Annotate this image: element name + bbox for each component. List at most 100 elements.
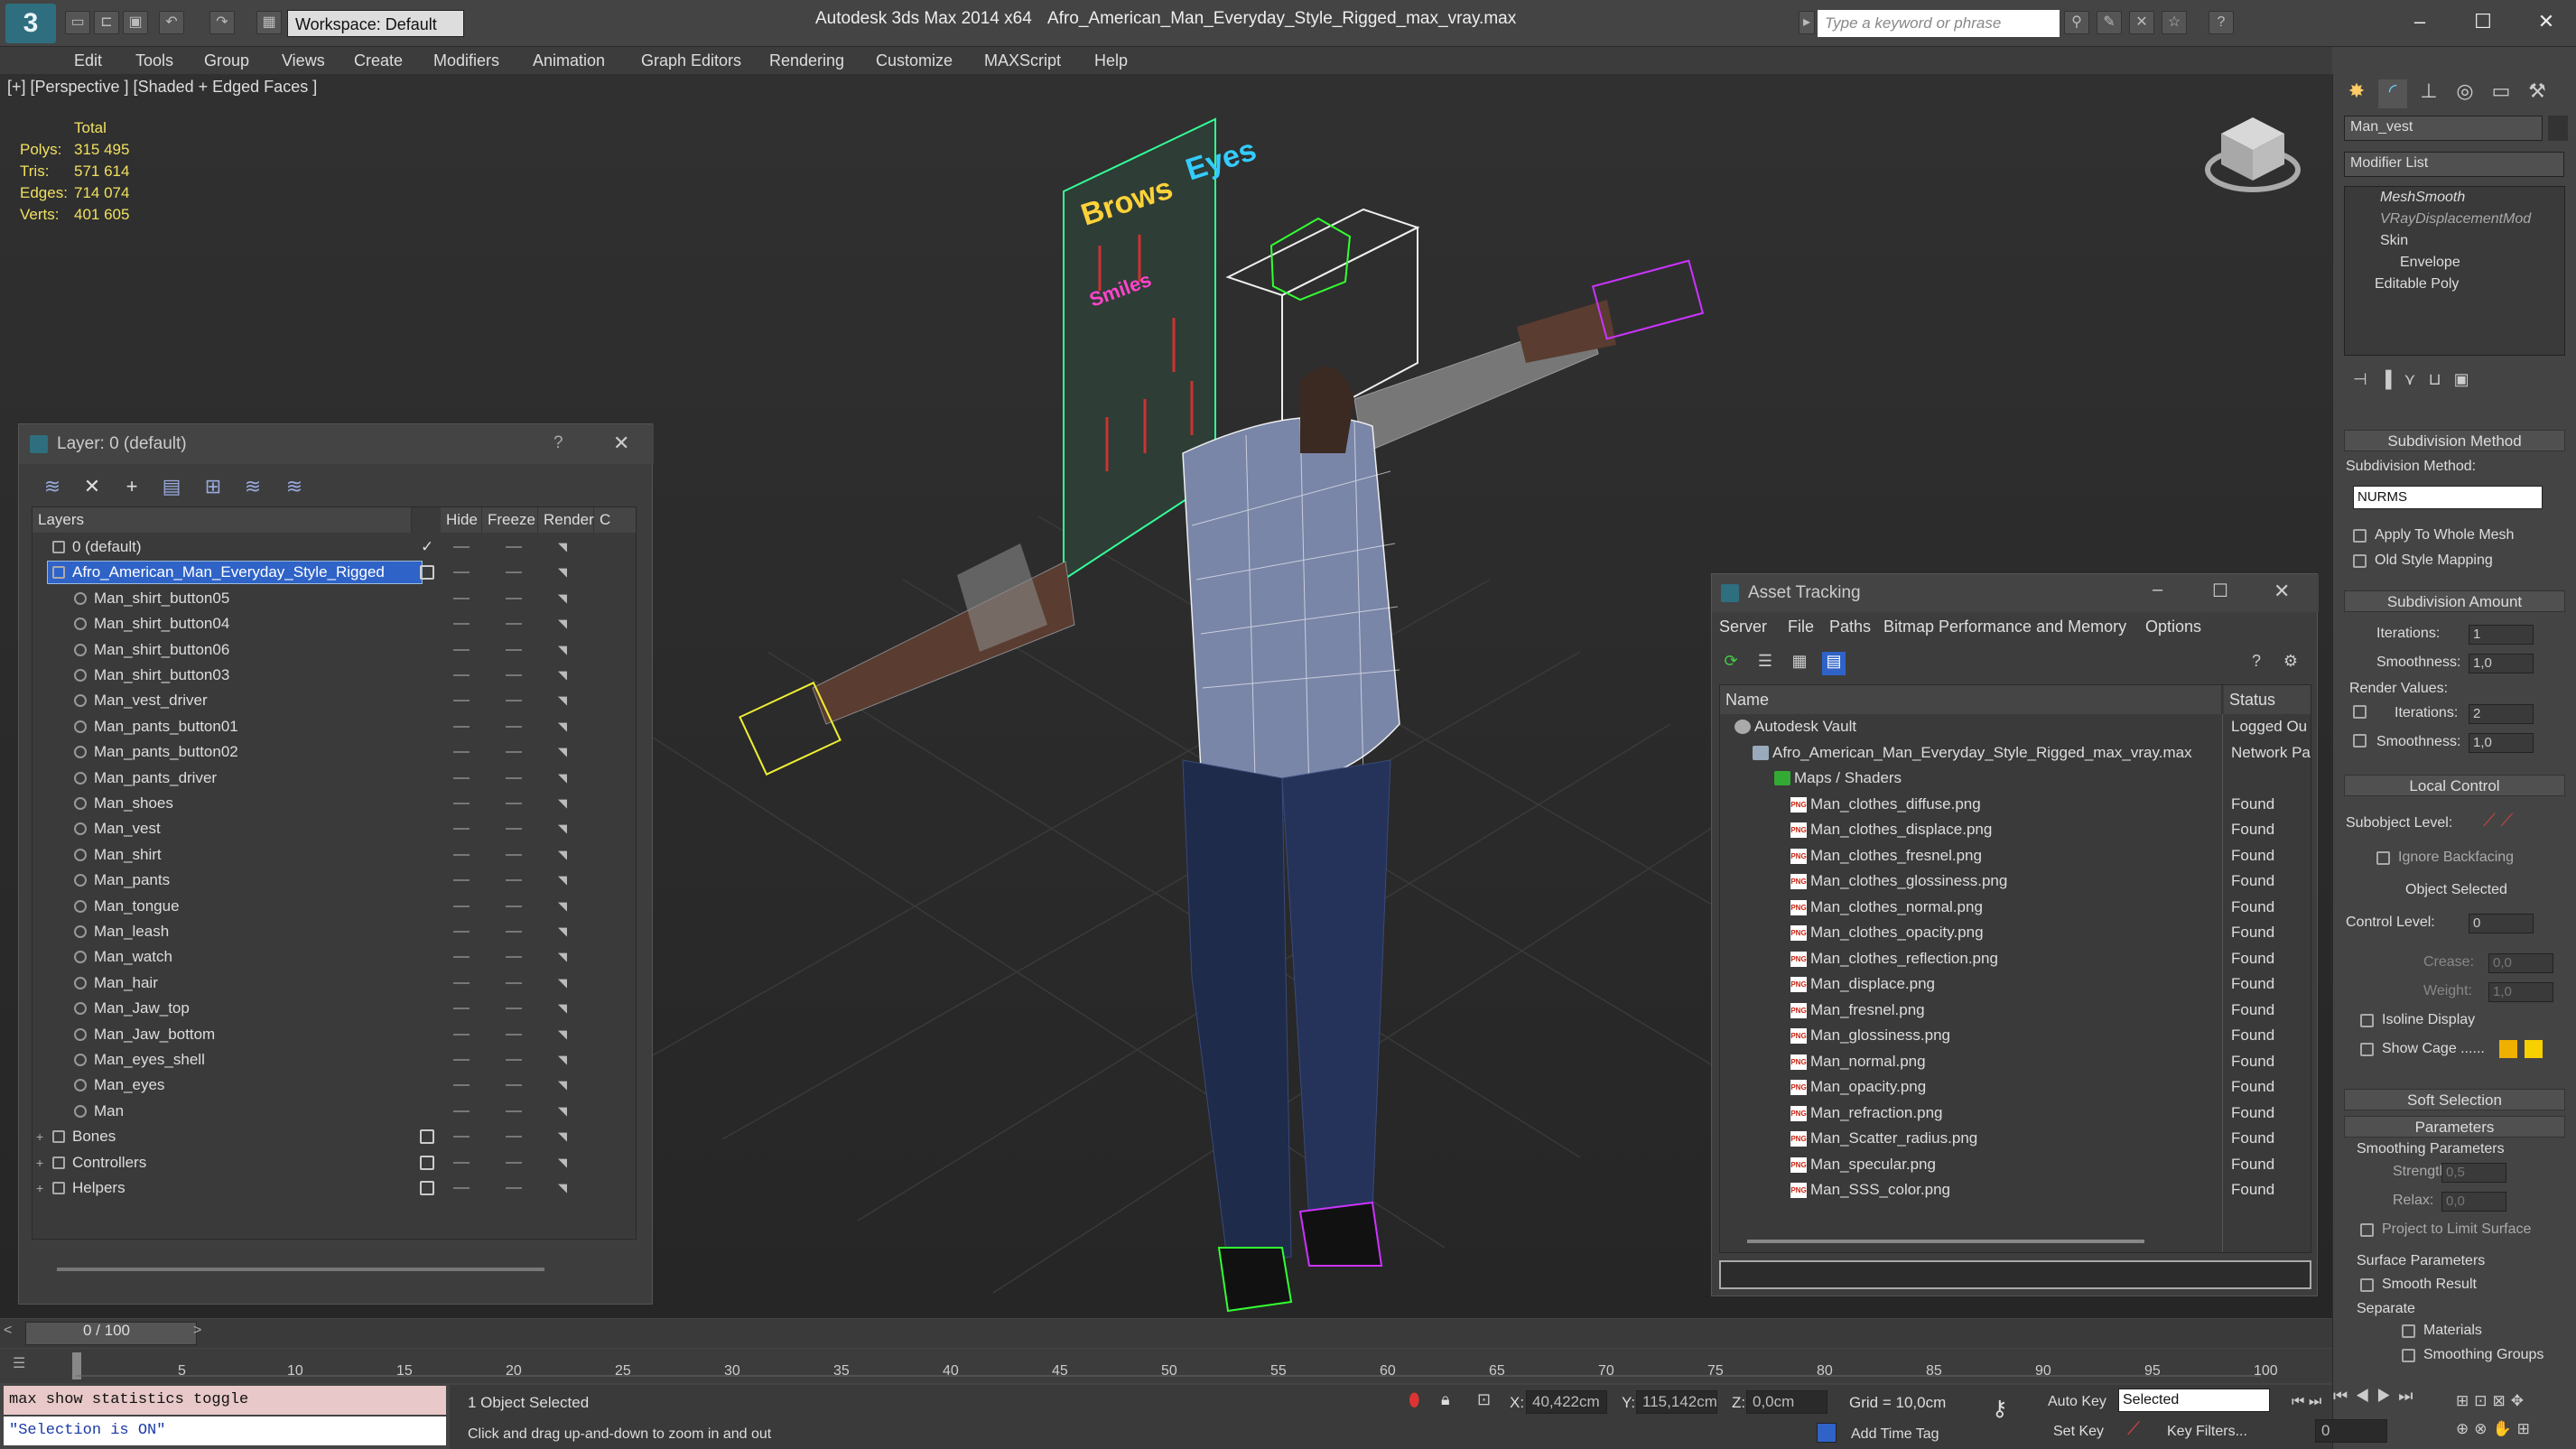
layer-row[interactable]: Man_vest ◥ bbox=[33, 816, 636, 841]
col-color[interactable]: C bbox=[594, 507, 636, 533]
freeze-toggle[interactable] bbox=[506, 853, 522, 856]
cage-color-swatch-2[interactable] bbox=[2525, 1040, 2543, 1058]
render-teapot-icon[interactable]: ◥ bbox=[558, 1002, 572, 1014]
freeze-toggle[interactable] bbox=[506, 776, 522, 779]
render-teapot-icon[interactable]: ◥ bbox=[558, 694, 572, 706]
hide-toggle[interactable] bbox=[453, 1161, 470, 1164]
layer-row[interactable]: Man_shirt_button05 ◥ bbox=[33, 586, 636, 611]
rollout-soft-selection[interactable]: Soft Selection bbox=[2344, 1089, 2565, 1110]
layer-row[interactable]: Man_hair ◥ bbox=[33, 971, 636, 996]
layer-row[interactable]: Man_pants ◥ bbox=[33, 868, 636, 893]
thumbnail-view-icon[interactable]: ▦ bbox=[1788, 652, 1811, 675]
freeze-toggle[interactable] bbox=[506, 546, 522, 548]
favorites-icon[interactable]: ☆ bbox=[2162, 11, 2187, 34]
col-hide[interactable]: Hide bbox=[441, 507, 482, 533]
project-limit-checkbox[interactable] bbox=[2360, 1223, 2374, 1237]
layer-row[interactable]: Man_shoes ◥ bbox=[33, 791, 636, 816]
render-teapot-icon[interactable]: ◥ bbox=[558, 925, 572, 937]
menu-modifiers[interactable]: Modifiers bbox=[433, 47, 499, 74]
auto-key-button[interactable]: Auto Key bbox=[2048, 1394, 2106, 1410]
layer-row[interactable]: Man_Jaw_bottom ◥ bbox=[33, 1022, 636, 1047]
new-file-icon[interactable]: ▭ bbox=[65, 11, 90, 34]
subscription-icon[interactable]: ✎ bbox=[2097, 11, 2122, 34]
layer-row[interactable]: Man_pants_button01 ◥ bbox=[33, 714, 636, 739]
hide-toggle[interactable] bbox=[453, 1033, 470, 1036]
render-teapot-icon[interactable]: ◥ bbox=[558, 1130, 572, 1142]
key-filters-button[interactable]: Key Filters... bbox=[2167, 1424, 2247, 1440]
hide-toggle[interactable] bbox=[453, 623, 470, 626]
render-teapot-icon[interactable]: ◥ bbox=[558, 566, 572, 578]
freeze-toggle[interactable] bbox=[506, 1084, 522, 1087]
render-teapot-icon[interactable]: ◥ bbox=[558, 849, 572, 860]
set-current-layer-checkbox[interactable] bbox=[420, 565, 434, 581]
set-key-mode-icon[interactable]: ⚷ bbox=[1992, 1396, 2008, 1422]
rollout-parameters[interactable]: Parameters bbox=[2344, 1116, 2565, 1138]
smoothness-spinner[interactable]: 1,0 bbox=[2469, 654, 2534, 673]
layer-row[interactable]: Afro_American_Man_Everyday_Style_Rigged ◥ bbox=[33, 560, 636, 585]
stack-meshsmooth[interactable]: MeshSmooth bbox=[2380, 190, 2465, 206]
render-smoothness-spinner[interactable]: 1,0 bbox=[2469, 733, 2534, 753]
stack-skin[interactable]: Skin bbox=[2380, 233, 2408, 249]
freeze-toggle[interactable] bbox=[506, 905, 522, 907]
add-to-layer-icon[interactable]: + bbox=[118, 473, 145, 500]
col-name[interactable]: Name bbox=[1720, 685, 2222, 714]
expand-icon[interactable]: + bbox=[36, 1124, 43, 1149]
layer-row[interactable]: Man_pants_driver ◥ bbox=[33, 766, 636, 791]
menu-customize[interactable]: Customize bbox=[876, 47, 953, 74]
hide-toggle[interactable] bbox=[453, 931, 470, 933]
render-teapot-icon[interactable]: ◥ bbox=[558, 1054, 572, 1065]
layer-row[interactable]: + Bones ◥ bbox=[33, 1124, 636, 1149]
asset-minimize-icon[interactable]: – bbox=[2153, 580, 2162, 600]
render-iterations-spinner[interactable]: 2 bbox=[2469, 704, 2534, 724]
cage-color-swatch-1[interactable] bbox=[2499, 1040, 2517, 1058]
layer-row[interactable]: Man_eyes ◥ bbox=[33, 1073, 636, 1098]
render-teapot-icon[interactable]: ◥ bbox=[558, 977, 572, 989]
render-teapot-icon[interactable]: ◥ bbox=[558, 1079, 572, 1091]
highlight-layer-icon[interactable]: ⊞ bbox=[200, 473, 227, 500]
render-smoothness-checkbox[interactable] bbox=[2353, 734, 2367, 748]
freeze-all-layers-icon[interactable]: ≋ bbox=[281, 473, 308, 500]
hierarchy-tab-icon[interactable]: ⊥ bbox=[2414, 79, 2443, 108]
hide-toggle[interactable] bbox=[453, 956, 470, 959]
hide-toggle[interactable] bbox=[453, 879, 470, 882]
freeze-toggle[interactable] bbox=[506, 981, 522, 984]
display-tab-icon[interactable]: ▭ bbox=[2487, 79, 2516, 108]
menu-tools[interactable]: Tools bbox=[135, 47, 173, 74]
rollout-local-control[interactable]: Local Control bbox=[2344, 775, 2565, 796]
asset-menu-bitmap-performance[interactable]: Bitmap Performance and Memory bbox=[1883, 618, 2126, 636]
asset-help-icon[interactable]: ? bbox=[2245, 652, 2268, 675]
freeze-toggle[interactable] bbox=[506, 597, 522, 599]
rollout-subdivision-method[interactable]: Subdivision Method bbox=[2344, 430, 2565, 451]
layer-help-icon[interactable]: ? bbox=[553, 433, 563, 453]
hide-toggle[interactable] bbox=[453, 700, 470, 702]
hide-toggle[interactable] bbox=[453, 1059, 470, 1061]
freeze-toggle[interactable] bbox=[506, 674, 522, 676]
hide-toggle[interactable] bbox=[453, 1136, 470, 1138]
set-current-layer-checkbox[interactable] bbox=[420, 1155, 434, 1170]
modifier-list-dropdown[interactable]: Modifier List bbox=[2344, 152, 2564, 177]
freeze-toggle[interactable] bbox=[506, 700, 522, 702]
hide-toggle[interactable] bbox=[453, 981, 470, 984]
hide-toggle[interactable] bbox=[453, 828, 470, 831]
menu-rendering[interactable]: Rendering bbox=[769, 47, 844, 74]
object-color-swatch[interactable] bbox=[2548, 116, 2568, 141]
freeze-toggle[interactable] bbox=[506, 803, 522, 804]
render-teapot-icon[interactable]: ◥ bbox=[558, 720, 572, 732]
hide-toggle[interactable] bbox=[453, 751, 470, 754]
freeze-toggle[interactable] bbox=[506, 1136, 522, 1138]
layer-horizontal-scrollbar[interactable] bbox=[57, 1268, 544, 1271]
freeze-toggle[interactable] bbox=[506, 879, 522, 882]
motion-tab-icon[interactable]: ◎ bbox=[2450, 79, 2479, 108]
materials-checkbox[interactable] bbox=[2402, 1324, 2415, 1338]
create-tab-icon[interactable]: ✸ bbox=[2342, 79, 2371, 108]
binoculars-icon[interactable]: ⚲ bbox=[2064, 11, 2089, 34]
render-teapot-icon[interactable]: ◥ bbox=[558, 797, 572, 809]
layer-row[interactable]: Man_shirt ◥ bbox=[33, 842, 636, 868]
asset-menu-options[interactable]: Options bbox=[2145, 618, 2201, 636]
smoothing-groups-checkbox[interactable] bbox=[2402, 1349, 2415, 1362]
render-teapot-icon[interactable]: ◥ bbox=[558, 592, 572, 604]
relax-spinner[interactable]: 0,0 bbox=[2441, 1192, 2506, 1212]
asset-menu-paths[interactable]: Paths bbox=[1829, 618, 1871, 636]
freeze-toggle[interactable] bbox=[506, 751, 522, 754]
object-name-field[interactable]: Man_vest bbox=[2344, 116, 2543, 141]
